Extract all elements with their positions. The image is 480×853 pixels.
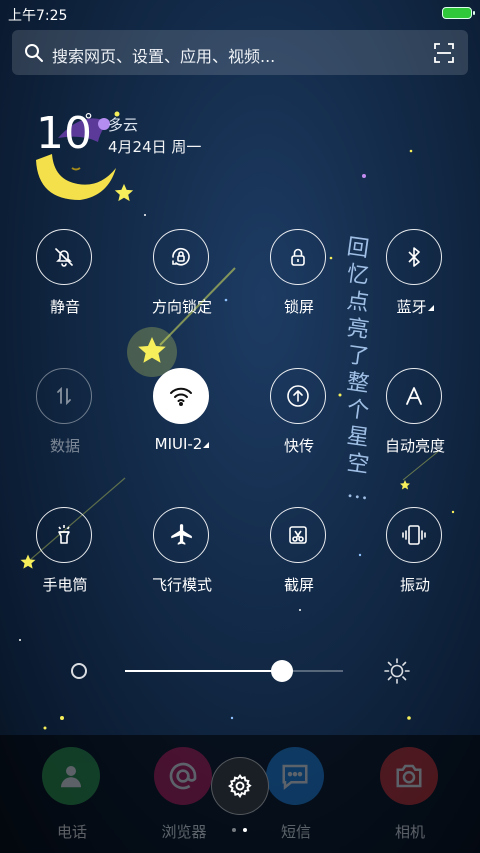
toggle-wifi-button[interactable] xyxy=(153,368,209,424)
dock-app-label: 浏览器 xyxy=(161,823,207,841)
brightness-low-icon xyxy=(71,663,87,679)
toggle-vibrate[interactable]: 振动 xyxy=(360,507,470,602)
status-time: 上午7:25 xyxy=(8,8,68,24)
auto-brightness-icon xyxy=(406,387,422,405)
poem-char: … xyxy=(345,477,371,506)
weather-condition: 多云 xyxy=(108,116,139,134)
toggle-flashlight[interactable]: 手电筒 xyxy=(10,507,120,602)
dock-app-label: 短信 xyxy=(280,823,311,841)
settings-button[interactable] xyxy=(211,757,269,815)
toggle-airplane-mode-button[interactable] xyxy=(153,507,209,563)
phone-icon xyxy=(42,747,100,805)
page-indicator-dot-active xyxy=(243,828,247,832)
toggle-label: 蓝牙 xyxy=(360,296,470,317)
toggle-mobile-data[interactable]: 数据 xyxy=(10,368,120,463)
search-bar[interactable]: 搜索网页、设置、应用、视频... xyxy=(12,30,468,75)
toggle-wifi[interactable]: MIUI-2 xyxy=(127,368,237,463)
toggle-label: 飞行模式 xyxy=(151,576,212,594)
lock-icon xyxy=(291,248,305,266)
bluetooth-icon xyxy=(408,247,420,267)
vibrate-icon xyxy=(402,525,426,545)
toggle-lock-screen-button[interactable] xyxy=(270,229,326,285)
toggle-airplane-mode[interactable]: 飞行模式 xyxy=(127,507,237,602)
airplane-icon xyxy=(171,524,192,545)
weather-date: 4月24日 周一 xyxy=(108,138,202,156)
dock-app-phone[interactable]: 电话 xyxy=(27,735,117,845)
weather-widget[interactable]: 10 ° 多云 4月24日 周一 xyxy=(0,100,300,210)
toggle-label: MIUI-2 xyxy=(127,435,237,453)
dock-app-label: 相机 xyxy=(394,823,425,841)
toggle-screenshot-button[interactable] xyxy=(270,507,326,563)
camera-icon xyxy=(380,747,438,805)
toggle-vibrate-button[interactable] xyxy=(386,507,442,563)
toggle-auto-brightness[interactable]: 自动亮度 xyxy=(360,368,470,463)
toggle-label: 锁屏 xyxy=(283,298,314,316)
search-input[interactable]: 搜索网页、设置、应用、视频... xyxy=(52,43,275,67)
toggle-label: 数据 xyxy=(49,437,80,455)
brightness-high-icon xyxy=(383,657,411,685)
share-upload-icon xyxy=(287,385,309,407)
toggle-label: 振动 xyxy=(399,576,430,594)
message-icon xyxy=(266,747,324,805)
toggle-quick-share[interactable]: 快传 xyxy=(244,368,354,463)
toggle-rotation-lock[interactable]: 方向锁定 xyxy=(127,229,237,324)
search-icon xyxy=(24,43,44,63)
page-indicator-dot xyxy=(232,828,236,832)
flashlight-icon xyxy=(58,525,70,544)
dock-app-camera[interactable]: 相机 xyxy=(365,735,455,845)
screenshot-icon xyxy=(289,526,307,544)
toggle-label: 手电筒 xyxy=(42,576,88,594)
mobile-data-icon xyxy=(57,386,71,406)
toggle-auto-brightness-button[interactable] xyxy=(386,368,442,424)
toggle-silent[interactable]: 静音 xyxy=(10,229,120,324)
bell-off-icon xyxy=(55,248,73,267)
toggle-rotation-lock-button[interactable] xyxy=(153,229,209,285)
brightness-slider-thumb[interactable] xyxy=(270,660,293,682)
wifi-icon xyxy=(170,387,192,406)
toggle-label: 方向锁定 xyxy=(151,298,212,316)
brightness-slider-fill xyxy=(125,670,282,672)
toggle-screenshot[interactable]: 截屏 xyxy=(244,507,354,602)
toggle-quick-share-button[interactable] xyxy=(270,368,326,424)
toggle-label: 静音 xyxy=(49,298,80,316)
rotation-lock-icon xyxy=(172,247,190,266)
toggle-label: 快传 xyxy=(283,437,314,455)
battery-icon xyxy=(442,7,475,19)
toggle-label: 截屏 xyxy=(283,576,314,594)
toggle-flashlight-button[interactable] xyxy=(36,507,92,563)
toggle-mobile-data-button[interactable] xyxy=(36,368,92,424)
toggle-bluetooth-button[interactable] xyxy=(386,229,442,285)
browser-icon xyxy=(154,747,212,805)
degree-symbol: ° xyxy=(84,110,93,131)
scan-icon[interactable] xyxy=(434,43,454,63)
toggle-label: 自动亮度 xyxy=(384,437,445,455)
toggle-bluetooth[interactable]: 蓝牙 xyxy=(360,229,470,324)
toggle-lock-screen[interactable]: 锁屏 xyxy=(244,229,354,324)
toggle-silent-button[interactable] xyxy=(36,229,92,285)
dock-app-label: 电话 xyxy=(56,823,87,841)
gear-icon xyxy=(228,774,252,799)
